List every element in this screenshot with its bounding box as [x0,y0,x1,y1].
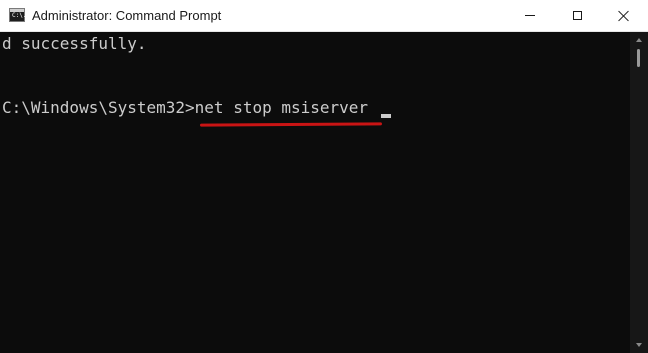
app-icon-glyph: C:\. [12,12,27,19]
close-button[interactable] [601,0,647,31]
minimize-icon [525,15,535,16]
scroll-down-arrow-icon[interactable] [636,343,642,347]
typed-command: net stop msiserver [194,98,369,117]
maximize-icon [572,11,582,20]
console-command-line: C:\Windows\System32>net stop msiserver [2,98,368,118]
red-underline-annotation [199,122,383,127]
scroll-up-arrow-icon[interactable] [636,38,642,42]
command-prompt-window: C:\. Administrator: Command Prompt d suc… [0,0,648,353]
scrollbar-thumb[interactable] [637,49,640,67]
console-line: d successfully. [2,34,147,53]
minimize-button[interactable] [507,0,553,31]
window-title: Administrator: Command Prompt [32,8,222,23]
close-icon [618,10,630,22]
title-bar[interactable]: C:\. Administrator: Command Prompt [0,0,648,32]
console-output[interactable]: d successfully. C:\Windows\System32>net … [0,32,630,353]
command-prompt-path: C:\Windows\System32> [2,98,195,117]
maximize-button[interactable] [554,0,600,31]
text-cursor [381,114,391,118]
vertical-scrollbar[interactable] [630,32,648,353]
command-prompt-icon[interactable]: C:\. [9,8,27,22]
